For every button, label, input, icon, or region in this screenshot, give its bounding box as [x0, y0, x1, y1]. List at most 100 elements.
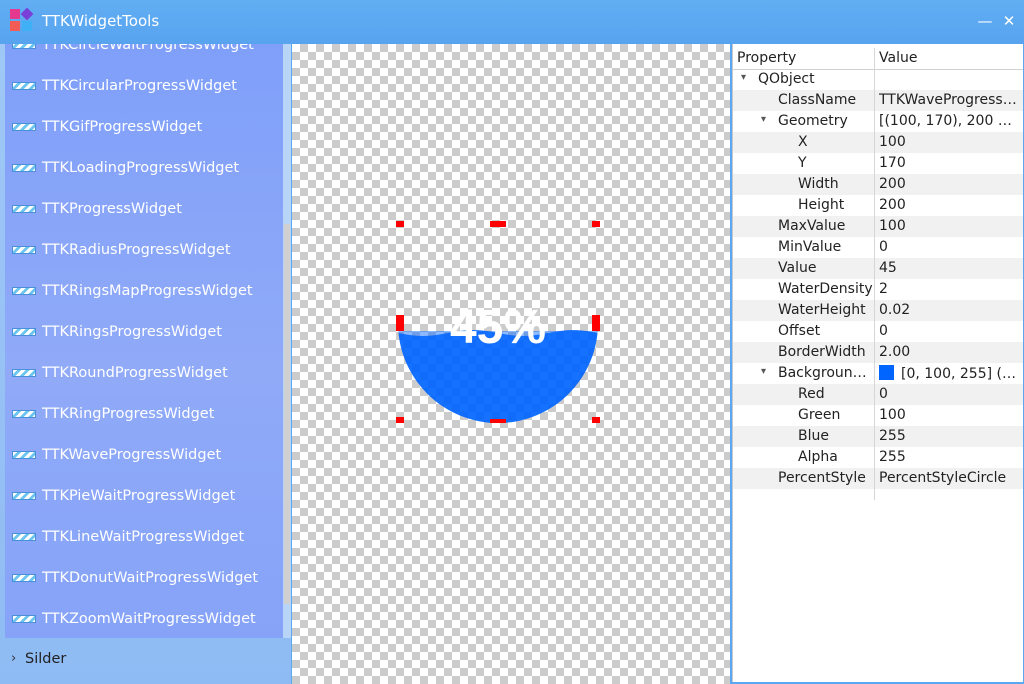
property-row-maxvalue[interactable]: MaxValue 100 [733, 216, 1023, 238]
progress-bar-icon [12, 205, 36, 213]
property-value[interactable]: 100 [879, 407, 1019, 423]
resize-handle-left[interactable] [396, 315, 404, 331]
wave-progress-widget[interactable]: 45% [396, 221, 600, 423]
list-item-ring[interactable]: TTKRingProgressWidget [5, 394, 283, 434]
property-value-color[interactable]: [0, 100, 255] (255) [879, 365, 1019, 382]
resize-handle-bottom-right[interactable] [592, 417, 600, 423]
app-logo-icon [10, 7, 34, 33]
list-item-label: TTKGifProgressWidget [42, 119, 203, 135]
list-item-label: TTKLoadingProgressWidget [42, 160, 240, 176]
property-row-green[interactable]: Green 100 [733, 405, 1023, 427]
property-row-x[interactable]: X 100 [733, 132, 1023, 154]
property-value[interactable]: 0 [879, 386, 1019, 402]
property-row-alpha[interactable]: Alpha 255 [733, 447, 1023, 469]
resize-handle-bottom-left[interactable] [396, 417, 404, 423]
section-header-silder[interactable]: › Silder [5, 646, 283, 676]
property-table-header: Property Value [733, 48, 1023, 70]
progress-bar-icon [12, 82, 36, 90]
property-row-blue[interactable]: Blue 255 [733, 426, 1023, 448]
expand-arrow-icon[interactable]: ▾ [761, 114, 766, 125]
property-row-waterdensity[interactable]: WaterDensity 2 [733, 279, 1023, 301]
column-divider[interactable] [874, 48, 875, 500]
progress-bar-icon [12, 164, 36, 172]
property-value[interactable]: 2 [879, 281, 1019, 297]
wave-progress-graphic: 45% [398, 301, 598, 423]
list-item-label: TTKZoomWaitProgressWidget [42, 611, 256, 627]
property-value[interactable]: 100 [879, 218, 1019, 234]
resize-handle-bottom[interactable] [490, 419, 506, 423]
expand-arrow-icon[interactable]: ▾ [741, 72, 746, 83]
property-row-geometry[interactable]: ▾ Geometry [(100, 170), 200 x 200] [733, 111, 1023, 133]
property-value[interactable]: 45 [879, 260, 1019, 276]
property-row-borderwidth[interactable]: BorderWidth 2.00 [733, 342, 1023, 364]
property-name: WaterDensity [778, 281, 873, 297]
property-value[interactable]: 200 [879, 197, 1019, 213]
design-canvas[interactable]: 45% [292, 44, 730, 684]
resize-handle-top-right[interactable] [592, 221, 600, 227]
property-name: X [798, 134, 808, 150]
section-label: Silder [25, 651, 67, 667]
list-item-gif[interactable]: TTKGifProgressWidget [5, 107, 283, 147]
property-name: Value [778, 260, 817, 276]
list-item-donut-wait[interactable]: TTKDonutWaitProgressWidget [5, 558, 283, 598]
list-item-progress[interactable]: TTKProgressWidget [5, 189, 283, 229]
property-value[interactable]: 255 [879, 428, 1019, 444]
minimize-button[interactable]: — [974, 10, 996, 32]
property-name: PercentStyle [778, 470, 866, 486]
list-item-wave[interactable]: TTKWaveProgressWidget [5, 435, 283, 475]
expand-arrow-icon[interactable]: ▾ [761, 366, 766, 377]
list-item-rings[interactable]: TTKRingsProgressWidget [5, 312, 283, 352]
property-row-classname[interactable]: ClassName TTKWaveProgressWidget [733, 90, 1023, 112]
progress-bar-icon [12, 246, 36, 254]
chevron-right-icon: › [11, 651, 17, 666]
property-value[interactable]: PercentStyleCircle [879, 470, 1019, 486]
property-value[interactable]: 100 [879, 134, 1019, 150]
progress-bar-icon [12, 123, 36, 131]
property-name: Geometry [778, 113, 848, 129]
property-value[interactable]: 255 [879, 449, 1019, 465]
property-value[interactable]: 0 [879, 323, 1019, 339]
property-row-red[interactable]: Red 0 [733, 384, 1023, 406]
list-item-circle-wait[interactable]: TTKCircleWaitProgressWidget [5, 44, 283, 65]
close-button[interactable]: ✕ [998, 10, 1020, 32]
list-item-pie-wait[interactable]: TTKPieWaitProgressWidget [5, 476, 283, 516]
property-row-offset[interactable]: Offset 0 [733, 321, 1023, 343]
property-row-height[interactable]: Height 200 [733, 195, 1023, 217]
property-row-background[interactable]: ▾ Backgroun… [0, 100, 255] (255) [733, 363, 1023, 385]
list-item-circular[interactable]: TTKCircularProgressWidget [5, 66, 283, 106]
property-name: MinValue [778, 239, 842, 255]
property-value[interactable]: 0 [879, 239, 1019, 255]
percent-label: 45% [450, 301, 546, 354]
property-value[interactable]: 0.02 [879, 302, 1019, 318]
column-header-property[interactable]: Property [737, 50, 796, 66]
progress-bar-icon [12, 287, 36, 295]
property-row-y[interactable]: Y 170 [733, 153, 1023, 175]
property-name: WaterHeight [778, 302, 866, 318]
property-value[interactable]: [(100, 170), 200 x 200] [879, 113, 1019, 129]
list-item-radius[interactable]: TTKRadiusProgressWidget [5, 230, 283, 270]
property-row-waterheight[interactable]: WaterHeight 0.02 [733, 300, 1023, 322]
property-row-qobject[interactable]: ▾ QObject [733, 69, 1023, 91]
column-header-value[interactable]: Value [879, 50, 917, 66]
list-item-loading[interactable]: TTKLoadingProgressWidget [5, 148, 283, 188]
list-item-line-wait[interactable]: TTKLineWaitProgressWidget [5, 517, 283, 557]
property-value[interactable]: 2.00 [879, 344, 1019, 360]
property-row-width[interactable]: Width 200 [733, 174, 1023, 196]
property-row-value[interactable]: Value 45 [733, 258, 1023, 280]
property-name: Offset [778, 323, 821, 339]
list-item-rings-map[interactable]: TTKRingsMapProgressWidget [5, 271, 283, 311]
resize-handle-top[interactable] [490, 221, 506, 227]
property-name: Green [798, 407, 841, 423]
property-row-percentstyle[interactable]: PercentStyle PercentStyleCircle [733, 468, 1023, 490]
property-row-minvalue[interactable]: MinValue 0 [733, 237, 1023, 259]
property-name: Alpha [798, 449, 838, 465]
list-item-zoom-wait[interactable]: TTKZoomWaitProgressWidget [5, 599, 283, 638]
list-item-round[interactable]: TTKRoundProgressWidget [5, 353, 283, 393]
property-value[interactable]: TTKWaveProgressWidget [879, 92, 1019, 108]
resize-handle-right[interactable] [592, 315, 600, 331]
property-value[interactable]: 200 [879, 176, 1019, 192]
property-value[interactable]: 170 [879, 155, 1019, 171]
list-scrollbar-thumb[interactable] [284, 224, 290, 604]
resize-handle-top-left[interactable] [396, 221, 404, 227]
property-name: Blue [798, 428, 829, 444]
